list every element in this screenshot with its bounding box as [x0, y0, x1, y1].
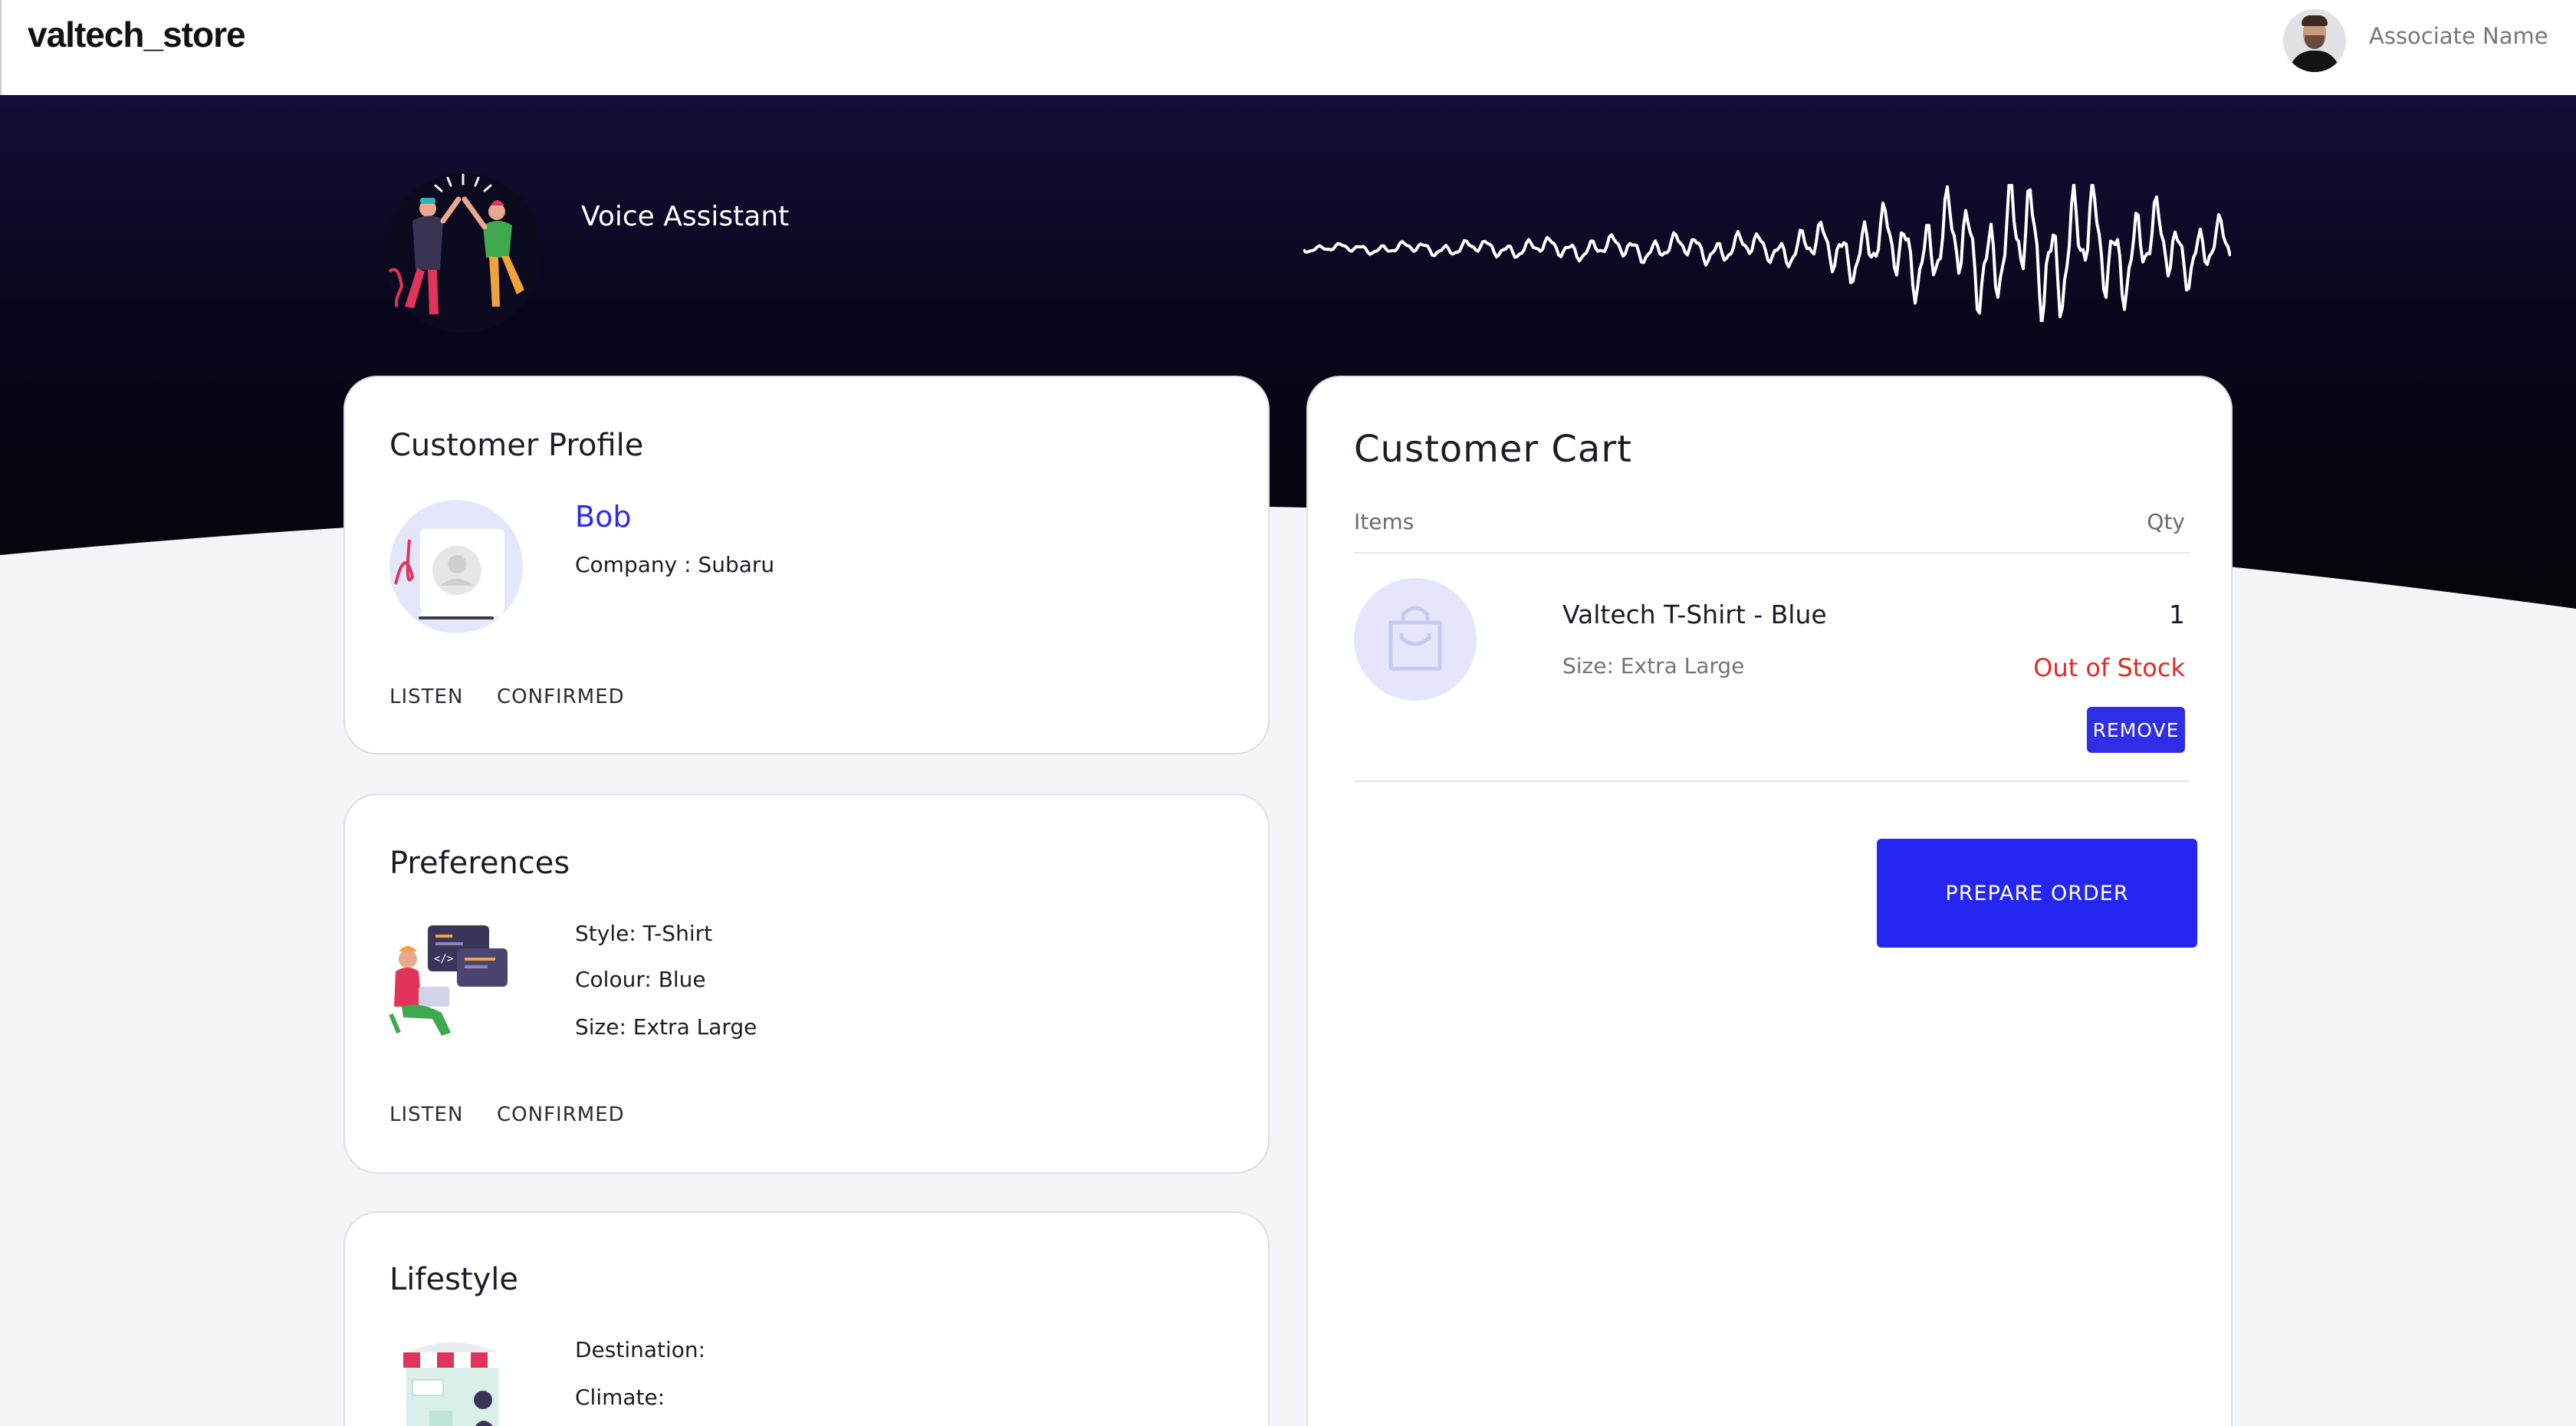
- prepare-order-button[interactable]: PREPARE ORDER: [1877, 839, 2197, 948]
- profile-confirmed-button[interactable]: CONFIRMED: [497, 685, 625, 708]
- lifestyle-title: Lifestyle: [389, 1262, 519, 1297]
- shopping-bag-icon: [1388, 606, 1442, 671]
- audio-waveform: [1303, 184, 2231, 322]
- preferences-illustration: </>: [389, 925, 508, 1036]
- preferences-title: Preferences: [389, 846, 570, 881]
- customer-company: Company : Subaru: [575, 552, 775, 577]
- preferences-listen-button[interactable]: LISTEN: [389, 1103, 463, 1126]
- lifestyle-climate: Climate:: [575, 1385, 665, 1410]
- customer-cart-title: Customer Cart: [1354, 428, 1632, 471]
- cart-item-divider: [1354, 780, 2190, 782]
- product-thumbnail: [1354, 578, 1477, 701]
- lifestyle-card: Lifestyle Destination: Climate:: [343, 1211, 1270, 1426]
- cart-item-size: Size: Extra Large: [1562, 653, 1745, 678]
- preferences-card: Preferences </> Style: T-Shirt Colour: B…: [343, 794, 1270, 1174]
- customer-profile-title: Customer Profile: [389, 428, 644, 463]
- lifestyle-store-illustration: [403, 1342, 501, 1426]
- associate-avatar[interactable]: [2283, 9, 2346, 72]
- voice-assistant-illustration: [383, 173, 543, 333]
- customer-cart-card: Customer Cart Items Qty Valtech T-Shirt …: [1306, 376, 2233, 1426]
- profile-listen-button[interactable]: LISTEN: [389, 685, 463, 708]
- preference-size: Size: Extra Large: [575, 1014, 757, 1040]
- cart-item-qty: 1: [2169, 600, 2185, 629]
- brand-logo[interactable]: valtech_store: [28, 14, 246, 55]
- avatar-hair: [2302, 15, 2328, 26]
- cart-items-header: Items: [1354, 509, 1414, 534]
- top-bar: valtech_store Associate Name: [0, 0, 2576, 95]
- preferences-confirmed-button[interactable]: CONFIRMED: [497, 1103, 625, 1126]
- cart-qty-header: Qty: [2147, 509, 2185, 534]
- lifestyle-destination: Destination:: [575, 1337, 706, 1362]
- preference-colour: Colour: Blue: [575, 967, 706, 992]
- remove-item-button[interactable]: REMOVE: [2087, 707, 2185, 753]
- cart-item-stock-status: Out of Stock: [2033, 653, 2185, 682]
- cart-item-name: Valtech T-Shirt - Blue: [1562, 600, 1827, 629]
- avatar-body: [2289, 51, 2340, 72]
- associate-name[interactable]: Associate Name: [2369, 23, 2548, 49]
- customer-profile-card: Customer Profile Bob Company : Subaru LI…: [343, 376, 1270, 754]
- customer-avatar: [389, 500, 523, 633]
- avatar-beard: [2305, 35, 2325, 49]
- customer-name: Bob: [575, 500, 632, 534]
- voice-assistant-title: Voice Assistant: [581, 201, 790, 232]
- cart-header-divider: [1354, 552, 2190, 554]
- svg-text:</>: </>: [434, 953, 453, 965]
- preference-style: Style: T-Shirt: [575, 921, 713, 946]
